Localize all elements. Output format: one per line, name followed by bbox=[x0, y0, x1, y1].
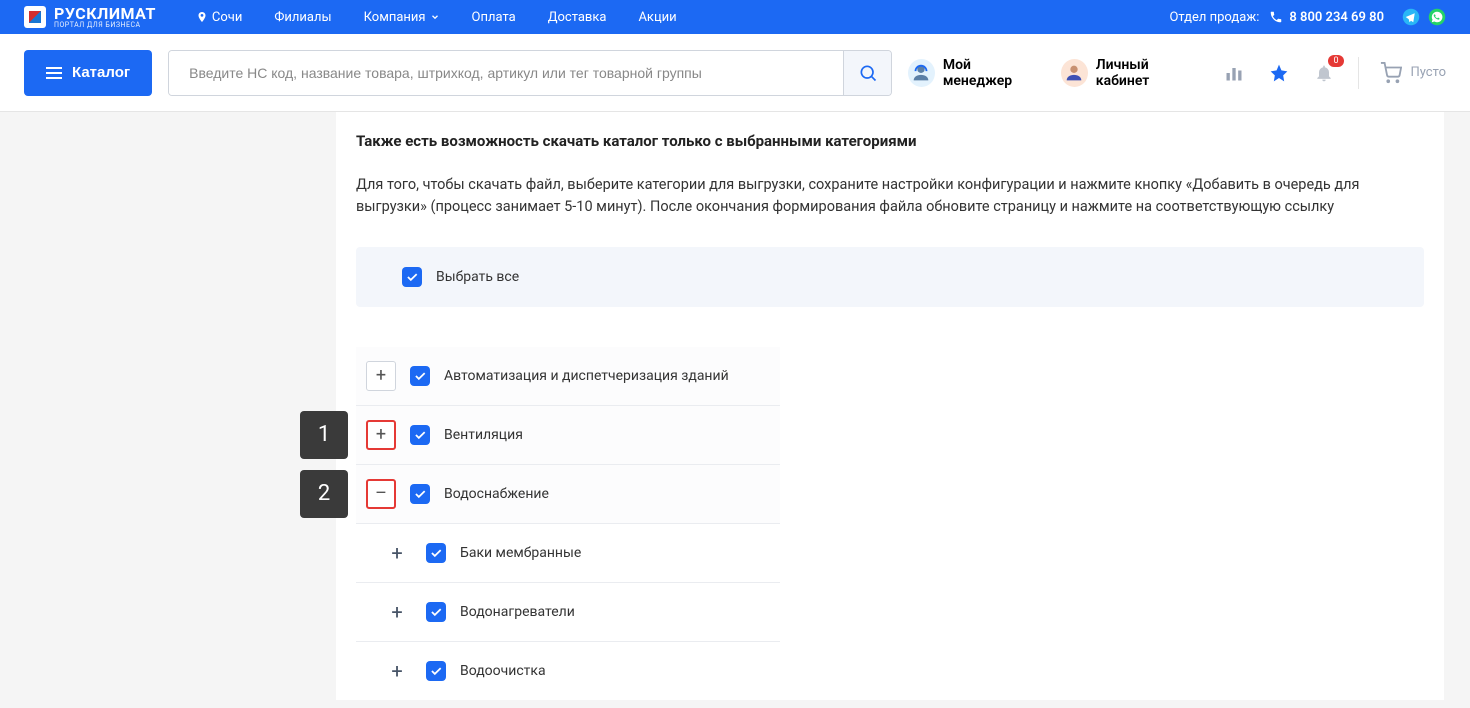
check-icon bbox=[429, 605, 443, 619]
section-description: Для того, чтобы скачать файл, выберите к… bbox=[356, 174, 1424, 219]
expand-button[interactable]: + bbox=[366, 420, 396, 450]
select-all-box: Выбрать все bbox=[356, 247, 1424, 307]
manager-label: Мой менеджер bbox=[943, 57, 1039, 89]
logo-sub-text: ПОРТАЛ ДЛЯ БИЗНЕСА bbox=[54, 22, 156, 29]
check-icon bbox=[429, 664, 443, 678]
cart-icon bbox=[1380, 62, 1402, 84]
subcategory-row: + Баки мембранные bbox=[356, 523, 780, 582]
sidebar-gap bbox=[24, 112, 336, 700]
category-checkbox[interactable] bbox=[410, 366, 430, 386]
nav-company-label: Компания bbox=[364, 10, 426, 25]
telegram-icon[interactable] bbox=[1402, 8, 1420, 26]
sales-section: Отдел продаж: 8 800 234 69 80 bbox=[1169, 8, 1446, 26]
sales-label: Отдел продаж: bbox=[1169, 10, 1259, 25]
main-panel: Также есть возможность скачать каталог т… bbox=[336, 112, 1444, 700]
nav-payment[interactable]: Оплата bbox=[472, 10, 516, 25]
nav-branches[interactable]: Филиалы bbox=[274, 10, 331, 25]
expand-button[interactable]: + bbox=[382, 656, 412, 686]
select-all-checkbox[interactable] bbox=[402, 267, 422, 287]
category-label: Водоснабжение bbox=[444, 486, 549, 502]
check-icon bbox=[413, 487, 427, 501]
star-icon bbox=[1269, 63, 1289, 83]
nav-promotions[interactable]: Акции bbox=[638, 10, 676, 25]
chevron-down-icon bbox=[430, 12, 440, 22]
location-icon bbox=[196, 11, 208, 23]
nav-delivery[interactable]: Доставка bbox=[548, 10, 607, 25]
section-heading: Также есть возможность скачать каталог т… bbox=[356, 132, 1424, 150]
top-nav: Сочи Филиалы Компания Оплата Доставка Ак… bbox=[196, 10, 1170, 25]
search-wrap bbox=[168, 50, 892, 96]
top-bar: РУСКЛИМАТ ПОРТАЛ ДЛЯ БИЗНЕСА Сочи Филиал… bbox=[0, 0, 1470, 34]
phone-number: 8 800 234 69 80 bbox=[1289, 10, 1384, 25]
stats-button[interactable] bbox=[1223, 61, 1246, 85]
header-row: Каталог Мой менеджер Личный кабинет bbox=[0, 34, 1470, 112]
category-row: 1 + Вентиляция bbox=[356, 405, 780, 464]
cart-link[interactable]: Пусто bbox=[1380, 62, 1446, 84]
category-label: Автоматизация и диспетчеризация зданий bbox=[444, 368, 729, 384]
collapse-button[interactable]: – bbox=[366, 479, 396, 509]
phone-icon bbox=[1269, 10, 1283, 24]
notifications-badge: 0 bbox=[1328, 55, 1343, 67]
search-icon bbox=[858, 63, 878, 83]
cart-label: Пусто bbox=[1410, 65, 1446, 80]
manager-link[interactable]: Мой менеджер bbox=[908, 57, 1039, 89]
logo-icon bbox=[24, 6, 46, 28]
select-all-label: Выбрать все bbox=[436, 269, 519, 285]
whatsapp-icon[interactable] bbox=[1428, 8, 1446, 26]
chart-bar-icon bbox=[1224, 63, 1244, 83]
category-row: + Автоматизация и диспетчеризация зданий bbox=[356, 347, 780, 405]
notifications-button[interactable]: 0 bbox=[1313, 61, 1336, 85]
subcategory-checkbox[interactable] bbox=[426, 661, 446, 681]
subcategory-checkbox[interactable] bbox=[426, 543, 446, 563]
check-icon bbox=[413, 369, 427, 383]
logo-main-text: РУСКЛИМАТ bbox=[54, 6, 156, 22]
callout-badge-1: 1 bbox=[300, 411, 348, 459]
favorites-button[interactable] bbox=[1268, 61, 1291, 85]
location-link[interactable]: Сочи bbox=[196, 10, 242, 25]
check-icon bbox=[405, 270, 419, 284]
category-checkbox[interactable] bbox=[410, 484, 430, 504]
search-button[interactable] bbox=[843, 51, 891, 95]
location-text: Сочи bbox=[212, 10, 242, 25]
subcategory-row: + Водоочистка bbox=[356, 641, 780, 700]
check-icon bbox=[429, 546, 443, 560]
category-checkbox[interactable] bbox=[410, 425, 430, 445]
phone-link[interactable]: 8 800 234 69 80 bbox=[1269, 10, 1384, 25]
search-input[interactable] bbox=[169, 51, 843, 95]
category-row: 2 – Водоснабжение bbox=[356, 464, 780, 523]
subcategory-label: Водонагреватели bbox=[460, 604, 575, 620]
check-icon bbox=[413, 428, 427, 442]
content: Также есть возможность скачать каталог т… bbox=[0, 112, 1470, 700]
account-avatar-icon bbox=[1061, 59, 1088, 87]
catalog-label: Каталог bbox=[72, 64, 130, 81]
manager-avatar-icon bbox=[908, 59, 935, 87]
category-list: + Автоматизация и диспетчеризация зданий… bbox=[356, 347, 780, 700]
expand-button[interactable]: + bbox=[382, 538, 412, 568]
account-label: Личный кабинет bbox=[1096, 57, 1201, 89]
catalog-button[interactable]: Каталог bbox=[24, 50, 152, 96]
subcategory-label: Водоочистка bbox=[460, 663, 546, 679]
logo[interactable]: РУСКЛИМАТ ПОРТАЛ ДЛЯ БИЗНЕСА bbox=[24, 6, 156, 29]
divider bbox=[1358, 57, 1359, 89]
burger-icon bbox=[46, 67, 62, 79]
subcategory-row: + Водонагреватели bbox=[356, 582, 780, 641]
subcategory-label: Баки мембранные bbox=[460, 545, 581, 561]
category-label: Вентиляция bbox=[444, 427, 523, 443]
callout-badge-2: 2 bbox=[300, 470, 348, 518]
account-link[interactable]: Личный кабинет bbox=[1061, 57, 1201, 89]
expand-button[interactable]: + bbox=[382, 597, 412, 627]
expand-button[interactable]: + bbox=[366, 361, 396, 391]
nav-company[interactable]: Компания bbox=[364, 10, 440, 25]
header-actions: Мой менеджер Личный кабинет 0 Пусто bbox=[908, 57, 1446, 89]
subcategory-checkbox[interactable] bbox=[426, 602, 446, 622]
